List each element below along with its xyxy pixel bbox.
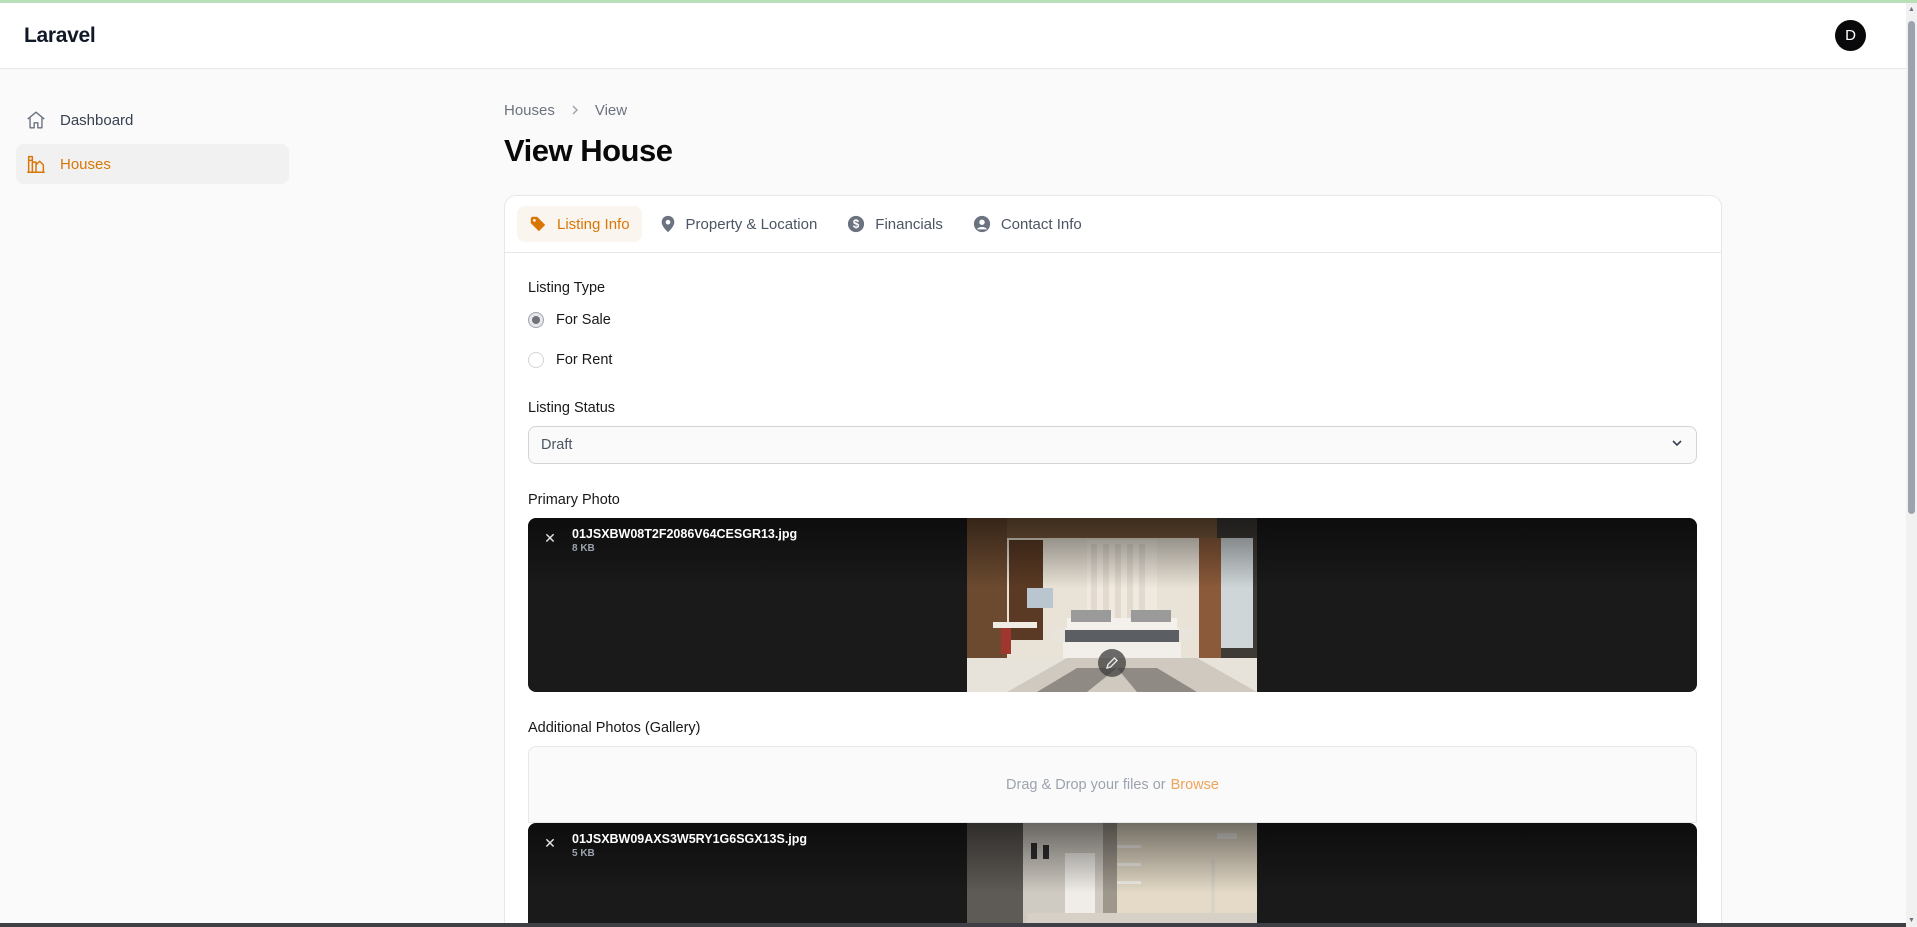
- user-circle-icon: [973, 215, 991, 233]
- tab-contact-info[interactable]: Contact Info: [961, 206, 1094, 242]
- user-avatar[interactable]: D: [1835, 20, 1866, 51]
- tab-financials[interactable]: $ Financials: [835, 206, 955, 242]
- radio-button[interactable]: [528, 312, 544, 328]
- radio-label: For Rent: [556, 352, 613, 368]
- page-scrollbar[interactable]: ▲ ▼: [1906, 3, 1917, 927]
- scroll-up-icon[interactable]: ▲: [1908, 6, 1915, 13]
- radio-for-sale[interactable]: For Sale: [528, 310, 1698, 330]
- dropzone-text: Drag & Drop your files or: [1006, 776, 1166, 793]
- page-title: View House: [504, 133, 673, 168]
- sidebar-item-houses[interactable]: Houses: [16, 144, 289, 184]
- listing-status-label: Listing Status: [528, 400, 616, 416]
- taskbar-strip: [0, 923, 1906, 927]
- remove-photo-icon[interactable]: ✕: [542, 835, 558, 851]
- brand-logo[interactable]: Laravel: [24, 24, 96, 48]
- chevron-down-icon: [1670, 436, 1684, 454]
- house-card: Listing Info Property & Location $ Finan…: [504, 195, 1722, 927]
- sidebar: Dashboard Houses: [16, 100, 289, 188]
- gallery-photo-preview: ✕ 01JSXBW09AXS3W5RY1G6SGX13S.jpg 5 KB: [528, 823, 1697, 923]
- breadcrumb-houses[interactable]: Houses: [504, 102, 555, 119]
- listing-form: Listing Type For Sale For Rent Listing S…: [505, 280, 1721, 923]
- primary-photo-label: Primary Photo: [528, 492, 620, 508]
- gallery-label: Additional Photos (Gallery): [528, 720, 701, 736]
- photo-file-size: 5 KB: [572, 848, 595, 859]
- tab-bar: Listing Info Property & Location $ Finan…: [505, 196, 1721, 253]
- tab-label: Property & Location: [685, 215, 818, 233]
- scrollbar-thumb[interactable]: [1908, 21, 1915, 514]
- dollar-circle-icon: $: [847, 215, 865, 233]
- remove-photo-icon[interactable]: ✕: [542, 530, 558, 546]
- chevron-right-icon: [569, 104, 581, 116]
- photo-file-name: 01JSXBW08T2F2086V64CESGR13.jpg: [572, 527, 798, 541]
- breadcrumb-view: View: [594, 101, 628, 119]
- building-chart-icon: [24, 152, 48, 176]
- radio-label: For Sale: [556, 312, 611, 328]
- photo-file-name: 01JSXBW09AXS3W5RY1G6SGX13S.jpg: [572, 832, 808, 846]
- radio-button[interactable]: [528, 352, 544, 368]
- tab-label: Contact Info: [1000, 215, 1082, 233]
- edit-photo-icon[interactable]: [1098, 649, 1126, 677]
- svg-text:$: $: [853, 218, 860, 231]
- map-pin-icon: [660, 215, 676, 233]
- tab-listing-info[interactable]: Listing Info: [517, 206, 642, 242]
- browse-link[interactable]: Browse: [1171, 777, 1219, 793]
- tab-label: Listing Info: [557, 215, 630, 233]
- main-content: Houses View View House Listing Info Prop…: [504, 100, 1722, 927]
- sidebar-item-label: Houses: [60, 155, 111, 173]
- select-value: Draft: [541, 437, 573, 453]
- tag-icon: [529, 215, 547, 233]
- sidebar-item-label: Dashboard: [60, 111, 134, 129]
- gallery-dropzone[interactable]: Drag & Drop your files or Browse: [528, 746, 1697, 823]
- sidebar-item-dashboard[interactable]: Dashboard: [16, 100, 289, 140]
- primary-photo-preview: ✕ 01JSXBW08T2F2086V64CESGR13.jpg 8 KB: [528, 518, 1697, 692]
- photo-file-size: 8 KB: [572, 543, 595, 554]
- breadcrumb: Houses View: [504, 100, 1722, 120]
- listing-type-label: Listing Type: [528, 280, 606, 296]
- top-bar: Laravel D: [0, 3, 1906, 69]
- tab-property-location[interactable]: Property & Location: [648, 206, 830, 242]
- home-icon: [24, 108, 48, 132]
- radio-for-rent[interactable]: For Rent: [528, 350, 1698, 370]
- listing-status-select[interactable]: Draft: [528, 426, 1697, 464]
- tab-label: Financials: [875, 215, 943, 233]
- scroll-down-icon[interactable]: ▼: [1908, 917, 1915, 924]
